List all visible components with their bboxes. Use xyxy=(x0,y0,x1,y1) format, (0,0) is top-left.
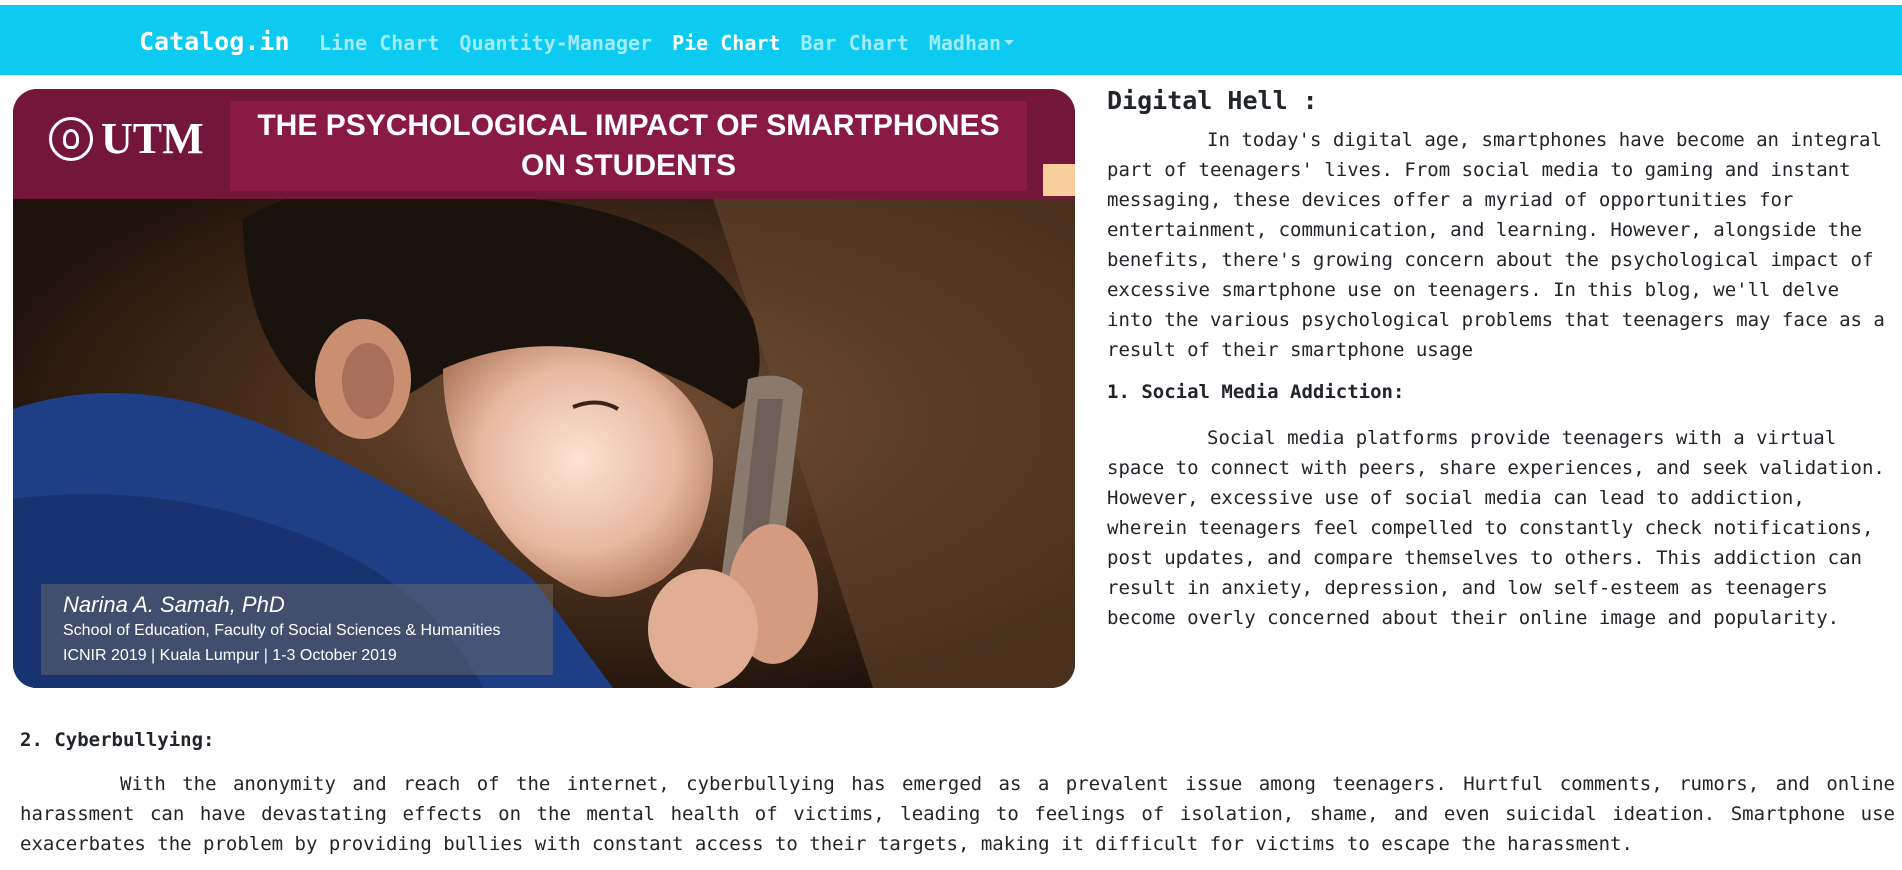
hero-title-box: THE PSYCHOLOGICAL IMPACT OF SMARTPHONES … xyxy=(230,101,1027,191)
section1-heading: 1. Social Media Addiction: xyxy=(1107,381,1405,403)
utm-seal-icon xyxy=(49,117,93,161)
event-info: ICNIR 2019 | Kuala Lumpur | 1-3 October … xyxy=(63,647,397,664)
author-affiliation: School of Education, Faculty of Social S… xyxy=(63,622,501,639)
utm-logo-text: UTM xyxy=(101,114,204,163)
section2-heading: 2. Cyberbullying: xyxy=(20,729,215,751)
nav-links: Line Chart Quantity-Manager Pie Chart Ba… xyxy=(319,31,1034,55)
article-intro: Digital Hell : In today's digital age, s… xyxy=(1107,85,1887,633)
caret-down-icon xyxy=(1004,40,1015,45)
author-name: Narina A. Samah, PhD xyxy=(63,592,285,617)
banner-accent xyxy=(1043,164,1075,196)
user-dropdown-toggle[interactable]: Madhan xyxy=(928,31,1015,55)
intro-paragraph: In today's digital age, smartphones have… xyxy=(1107,129,1885,361)
nav-line-chart[interactable]: Line Chart xyxy=(319,31,439,55)
section1-paragraph: Social media platforms provide teenagers… xyxy=(1107,427,1885,629)
hero-title: THE PSYCHOLOGICAL IMPACT OF SMARTPHONES … xyxy=(257,106,999,186)
credit-box: Narina A. Samah, PhD School of Education… xyxy=(41,584,553,675)
utm-logo: UTM xyxy=(49,117,204,161)
user-name: Madhan xyxy=(928,31,1002,55)
article-heading: Digital Hell : xyxy=(1107,86,1318,115)
article-section2: 2. Cyberbullying: With the anonymity and… xyxy=(20,728,1895,859)
nav-bar-chart[interactable]: Bar Chart xyxy=(800,31,908,55)
brand-link[interactable]: Catalog.in xyxy=(139,27,290,56)
hero-banner: UTM THE PSYCHOLOGICAL IMPACT OF SMARTPHO… xyxy=(13,89,1075,199)
nav-quantity-manager[interactable]: Quantity-Manager xyxy=(459,31,652,55)
top-navbar: Catalog.in Line Chart Quantity-Manager P… xyxy=(0,5,1902,75)
hero-title-line2: ON STUDENTS xyxy=(520,149,736,182)
nav-pie-chart[interactable]: Pie Chart xyxy=(672,31,780,55)
section2-paragraph: With the anonymity and reach of the inte… xyxy=(20,773,1895,855)
hero-image: UTM THE PSYCHOLOGICAL IMPACT OF SMARTPHO… xyxy=(13,89,1075,688)
hero-title-line1: THE PSYCHOLOGICAL IMPACT OF SMARTPHONES xyxy=(257,109,1000,142)
